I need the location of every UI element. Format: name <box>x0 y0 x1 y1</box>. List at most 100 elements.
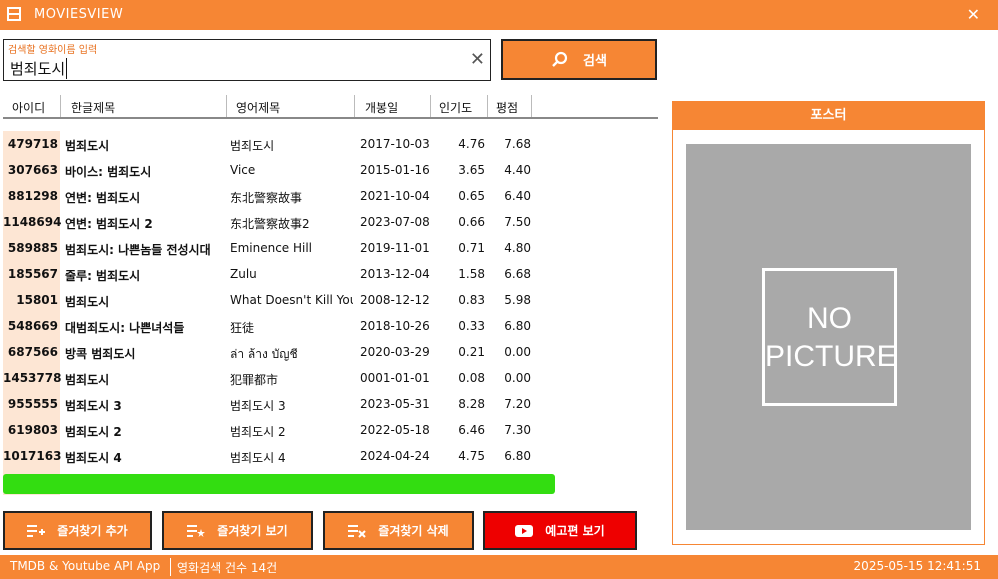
table-row[interactable]: 619803 범죄도시 2 범죄도시 2 2022-05-18 6.46 7.30 <box>3 417 658 443</box>
cell-english-title: What Doesn't Kill You <box>230 293 353 307</box>
cell-release-date: 2023-05-31 <box>360 397 430 411</box>
cell-popularity: 4.75 <box>458 449 485 463</box>
cell-korean-title: 연변: 범죄도시 <box>65 191 141 205</box>
cell-release-date: 2018-10-26 <box>360 319 430 333</box>
col-korean-title[interactable]: 한글제목 <box>71 99 115 116</box>
cell-rating: 5.98 <box>504 293 531 307</box>
col-english-title[interactable]: 영어제목 <box>236 99 280 116</box>
cell-id: 307663 <box>7 163 58 177</box>
cell-id: 185567 <box>7 267 58 281</box>
cell-rating: 7.68 <box>504 137 531 151</box>
cell-korean-title: 범죄도시 <box>65 295 110 309</box>
favorite-delete-button[interactable]: 즐겨찾기 삭제 <box>323 511 474 550</box>
table-row[interactable]: 1453778 범죄도시 犯罪都市 0001-01-01 0.08 0.00 <box>3 365 658 391</box>
cell-id: 955555 <box>7 397 58 411</box>
cell-rating: 4.80 <box>504 241 531 255</box>
cell-english-title: 东北警察故事 <box>230 191 303 205</box>
search-value[interactable]: 범죄도시 <box>10 58 68 79</box>
cell-english-title: Vice <box>230 163 256 177</box>
favorite-view-button[interactable]: 즐겨찾기 보기 <box>162 511 313 550</box>
cell-id: 1453778 <box>3 371 62 385</box>
cell-korean-title: 방콕 범죄도시 <box>65 347 136 361</box>
cell-id: 1148694 <box>3 215 62 229</box>
search-button-label: 검색 <box>583 54 607 69</box>
table-row[interactable]: 548669 대범죄도시: 나쁜녀석들 狂徒 2018-10-26 0.33 6.80 <box>3 313 658 339</box>
table-row[interactable]: 955555 범죄도시 3 범죄도시 3 2023-05-31 8.28 7.20 <box>3 391 658 417</box>
no-picture-line1: NO <box>807 302 852 335</box>
cell-english-title: 범죄도시 2 <box>230 425 286 439</box>
cell-release-date: 2019-11-01 <box>360 241 430 255</box>
trailer-button[interactable]: 예고편 보기 <box>483 511 637 550</box>
search-button[interactable]: 검색 <box>501 39 657 80</box>
cell-release-date: 2013-12-04 <box>360 267 430 281</box>
cell-korean-title: 바이스: 범죄도시 <box>65 165 152 179</box>
cell-id: 479718 <box>7 137 58 151</box>
cell-id: 619803 <box>7 423 58 437</box>
table-row[interactable]: 307663 바이스: 범죄도시 Vice 2015-01-16 3.65 4.40 <box>3 157 658 183</box>
favorite-view-label: 즐겨찾기 보기 <box>217 524 288 538</box>
col-rating[interactable]: 평점 <box>496 99 518 116</box>
cell-release-date: 2020-03-29 <box>360 345 430 359</box>
table-row[interactable]: 1148694 연변: 범죄도시 2 东北警察故事2 2023-07-08 0.66 7.… <box>3 209 658 235</box>
cell-korean-title: 범죄도시: 나쁜놈들 전성시대 <box>65 243 211 257</box>
cell-id: 687566 <box>7 345 58 359</box>
col-release-date[interactable]: 개봉일 <box>365 99 398 116</box>
status-datetime: 2025-05-15 12:41:51 <box>853 559 981 573</box>
status-bar: TMDB & Youtube API App 영화검색 건수 14건 2025-… <box>0 555 998 579</box>
playlist-star-icon <box>187 524 206 537</box>
playlist-add-icon <box>27 524 46 537</box>
cell-popularity: 0.66 <box>458 215 485 229</box>
cell-popularity: 1.58 <box>458 267 485 281</box>
favorite-delete-label: 즐겨찾기 삭제 <box>378 524 449 538</box>
search-input[interactable]: 검색할 영화이름 입력 범죄도시 ✕ <box>3 39 491 81</box>
cell-id: 589885 <box>7 241 58 255</box>
cell-rating: 0.00 <box>504 371 531 385</box>
cell-popularity: 0.33 <box>458 319 485 333</box>
cell-korean-title: 범죄도시 2 <box>65 425 122 439</box>
cell-rating: 6.80 <box>504 319 531 333</box>
poster-panel: 포스터 NO PICTURE <box>672 101 985 545</box>
cell-english-title: 东北警察故事2 <box>230 217 310 231</box>
col-popularity[interactable]: 인기도 <box>439 99 472 116</box>
cell-english-title: Eminence Hill <box>230 241 313 255</box>
table-row[interactable]: 881298 연변: 범죄도시 东北警察故事 2021-10-04 0.65 6.40 <box>3 183 658 209</box>
col-id[interactable]: 아이디 <box>12 99 45 116</box>
cell-id: 881298 <box>7 189 58 203</box>
cell-popularity: 6.46 <box>458 423 485 437</box>
status-app-name: TMDB & Youtube API App <box>10 559 161 573</box>
table-row[interactable]: 589885 범죄도시: 나쁜놈들 전성시대 Eminence Hill 2019-1… <box>3 235 658 261</box>
cell-rating: 6.68 <box>504 267 531 281</box>
close-icon[interactable]: ✕ <box>967 5 980 24</box>
cell-korean-title: 연변: 범죄도시 2 <box>65 217 153 231</box>
cell-korean-title: 대범죄도시: 나쁜녀석들 <box>65 321 185 335</box>
cell-korean-title: 범죄도시 <box>65 373 110 387</box>
youtube-icon <box>515 524 534 537</box>
table-header: 아이디 한글제목 영어제목 개봉일 인기도 평점 <box>3 95 658 119</box>
cell-korean-title: 범죄도시 <box>65 139 110 153</box>
search-placeholder: 검색할 영화이름 입력 <box>8 45 98 56</box>
table-row[interactable]: 1017163 범죄도시 4 범죄도시 4 2024-04-24 4.75 6.80 <box>3 443 658 469</box>
poster-header: 포스터 <box>673 102 984 130</box>
cell-rating: 6.80 <box>504 449 531 463</box>
playlist-remove-icon <box>348 524 366 538</box>
table-row[interactable]: 185567 줄루: 범죄도시 Zulu 2013-12-04 1.58 6.68 <box>3 261 658 287</box>
cell-english-title: 범죄도시 <box>230 139 275 153</box>
cell-popularity: 0.71 <box>458 241 485 255</box>
favorite-add-button[interactable]: 즐겨찾기 추가 <box>3 511 152 550</box>
title-bar: MOVIESVIEW ✕ <box>0 0 998 30</box>
cell-rating: 7.20 <box>504 397 531 411</box>
status-result-count: 영화검색 건수 14건 <box>177 561 278 575</box>
cell-popularity: 8.28 <box>458 397 485 411</box>
no-picture-line2: PICTURE <box>765 340 897 373</box>
cell-popularity: 0.08 <box>458 371 485 385</box>
clear-icon[interactable]: ✕ <box>470 49 485 70</box>
table-row[interactable]: 479718 범죄도시 범죄도시 2017-10-03 4.76 7.68 <box>3 131 658 157</box>
table-row[interactable]: 687566 방콕 범죄도시 ล่า ล้าง บัญชี 2020-03-29 0.2… <box>3 339 658 365</box>
cell-id: 15801 <box>16 293 58 307</box>
cell-popularity: 0.83 <box>458 293 485 307</box>
table-row[interactable]: 15801 범죄도시 What Doesn't Kill You 2008-12-12… <box>3 287 658 313</box>
cell-korean-title: 줄루: 범죄도시 <box>65 269 141 283</box>
cell-release-date: 2017-10-03 <box>360 137 430 151</box>
cell-release-date: 2021-10-04 <box>360 189 430 203</box>
cell-release-date: 2008-12-12 <box>360 293 430 307</box>
